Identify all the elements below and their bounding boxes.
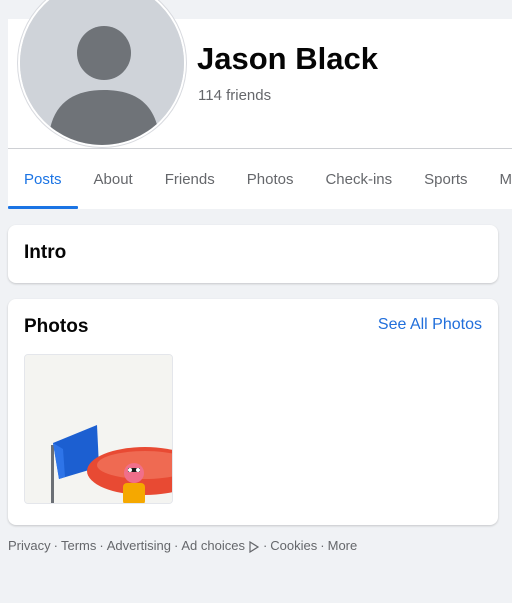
photo-thumbnail[interactable] bbox=[24, 354, 173, 504]
photos-card: Photos See All Photos bbox=[8, 299, 498, 525]
footer-link-advertising[interactable]: Advertising bbox=[107, 538, 171, 553]
tab-more[interactable]: M bbox=[484, 149, 512, 209]
tab-photos[interactable]: Photos bbox=[231, 149, 310, 209]
footer-link-more[interactable]: More bbox=[328, 538, 358, 553]
avatar[interactable] bbox=[18, 0, 190, 149]
see-all-photos-link[interactable]: See All Photos bbox=[378, 316, 482, 334]
friends-count[interactable]: 114 friends bbox=[198, 87, 271, 104]
profile-name: Jason Black bbox=[197, 41, 378, 76]
footer-separator: · bbox=[53, 538, 58, 553]
footer-link-privacy[interactable]: Privacy bbox=[8, 538, 51, 553]
profile-header: Jason Black 114 friends Posts About Frie… bbox=[8, 0, 512, 209]
intro-card: Intro bbox=[8, 225, 498, 283]
tab-about[interactable]: About bbox=[78, 149, 149, 209]
tab-sports[interactable]: Sports bbox=[408, 149, 483, 209]
footer-link-cookies[interactable]: Cookies bbox=[270, 538, 317, 553]
footer-separator: · bbox=[320, 538, 325, 553]
footer-separator: · bbox=[174, 538, 179, 553]
tab-friends[interactable]: Friends bbox=[149, 149, 231, 209]
intro-title: Intro bbox=[24, 242, 67, 263]
footer-separator: · bbox=[262, 538, 268, 553]
footer-links: Privacy · Terms · Advertising · Ad choices · Coo… bbox=[8, 538, 357, 553]
tab-posts[interactable]: Posts bbox=[8, 149, 78, 209]
tab-check-ins[interactable]: Check-ins bbox=[309, 149, 408, 209]
profile-tabs: Posts About Friends Photos Check-ins Spo… bbox=[8, 149, 512, 209]
ad-choices-icon bbox=[249, 541, 260, 553]
default-avatar-icon bbox=[18, 0, 186, 147]
toy-flag-photo-icon bbox=[25, 355, 172, 503]
footer-link-terms[interactable]: Terms bbox=[61, 538, 96, 553]
footer-link-ad-choices[interactable]: Ad choices bbox=[181, 538, 245, 553]
footer-separator: · bbox=[99, 538, 104, 553]
photos-title: Photos bbox=[24, 316, 89, 337]
